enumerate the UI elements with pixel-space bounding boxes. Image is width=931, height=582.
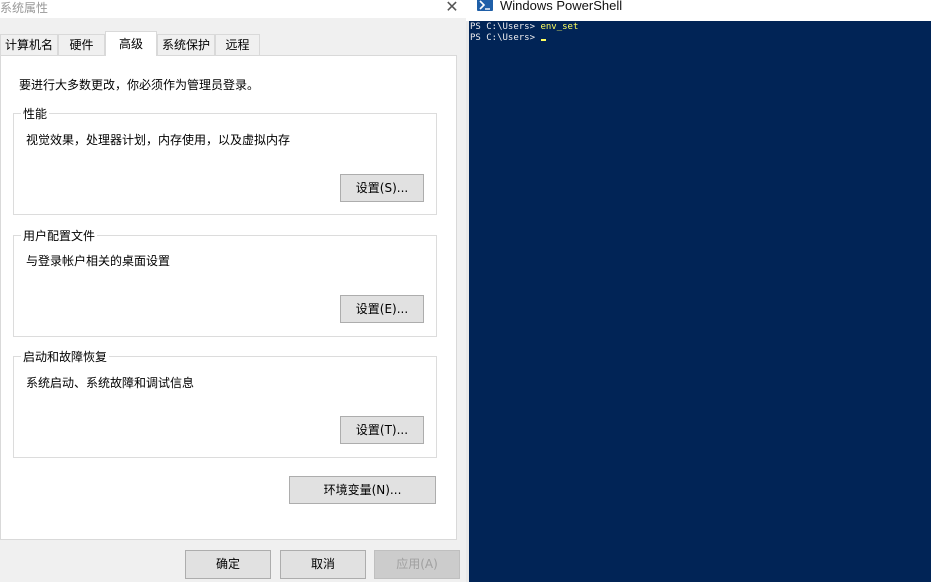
dialog-title: 系统属性: [0, 1, 49, 15]
user-profiles-group-label: 用户配置文件: [21, 227, 98, 244]
close-icon[interactable]: ✕: [443, 0, 461, 16]
startup-recovery-settings-button[interactable]: 设置(T)...: [340, 416, 424, 444]
console-command: env_set: [540, 22, 579, 32]
tab-remote[interactable]: 远程: [215, 34, 260, 55]
startup-recovery-description: 系统启动、系统故障和调试信息: [26, 376, 195, 390]
console-line: PS C:\Users>: [470, 33, 547, 44]
performance-group-label: 性能: [21, 105, 50, 122]
tab-system-protection[interactable]: 系统保护: [157, 34, 215, 55]
powershell-icon: [477, 0, 493, 11]
tab-hardware[interactable]: 硬件: [58, 34, 105, 55]
powershell-window: Windows PowerShell PS C:\Users> env_set …: [466, 0, 931, 582]
system-properties-dialog: 系统属性 ✕ 计算机名 硬件 高级 系统保护 远程 要进行大多数更改，你必须作为…: [0, 0, 466, 582]
performance-description: 视觉效果，处理器计划，内存使用，以及虚拟内存: [26, 133, 291, 147]
tab-computer-name[interactable]: 计算机名: [0, 34, 58, 55]
console-line: PS C:\Users> env_set: [470, 22, 578, 33]
performance-settings-button[interactable]: 设置(S)...: [340, 174, 424, 202]
powershell-console[interactable]: PS C:\Users> env_set PS C:\Users>: [469, 21, 931, 582]
console-prompt: PS C:\Users>: [470, 22, 541, 32]
user-profiles-description: 与登录帐户相关的桌面设置: [26, 254, 171, 268]
dialog-titlebar: 系统属性 ✕: [0, 0, 466, 18]
apply-button[interactable]: 应用(A): [374, 550, 460, 579]
user-profiles-settings-button[interactable]: 设置(E)...: [340, 295, 424, 323]
cancel-button[interactable]: 取消: [280, 550, 366, 579]
admin-notice: 要进行大多数更改，你必须作为管理员登录。: [19, 78, 260, 92]
console-prompt: PS C:\Users>: [470, 33, 541, 43]
console-cursor: [541, 39, 547, 41]
startup-recovery-group-label: 启动和故障恢复: [21, 348, 110, 365]
powershell-titlebar[interactable]: Windows PowerShell: [466, 0, 931, 21]
powershell-title: Windows PowerShell: [500, 0, 623, 13]
environment-variables-button[interactable]: 环境变量(N)...: [289, 476, 436, 504]
tab-advanced[interactable]: 高级: [105, 31, 157, 56]
ok-button[interactable]: 确定: [185, 550, 271, 579]
